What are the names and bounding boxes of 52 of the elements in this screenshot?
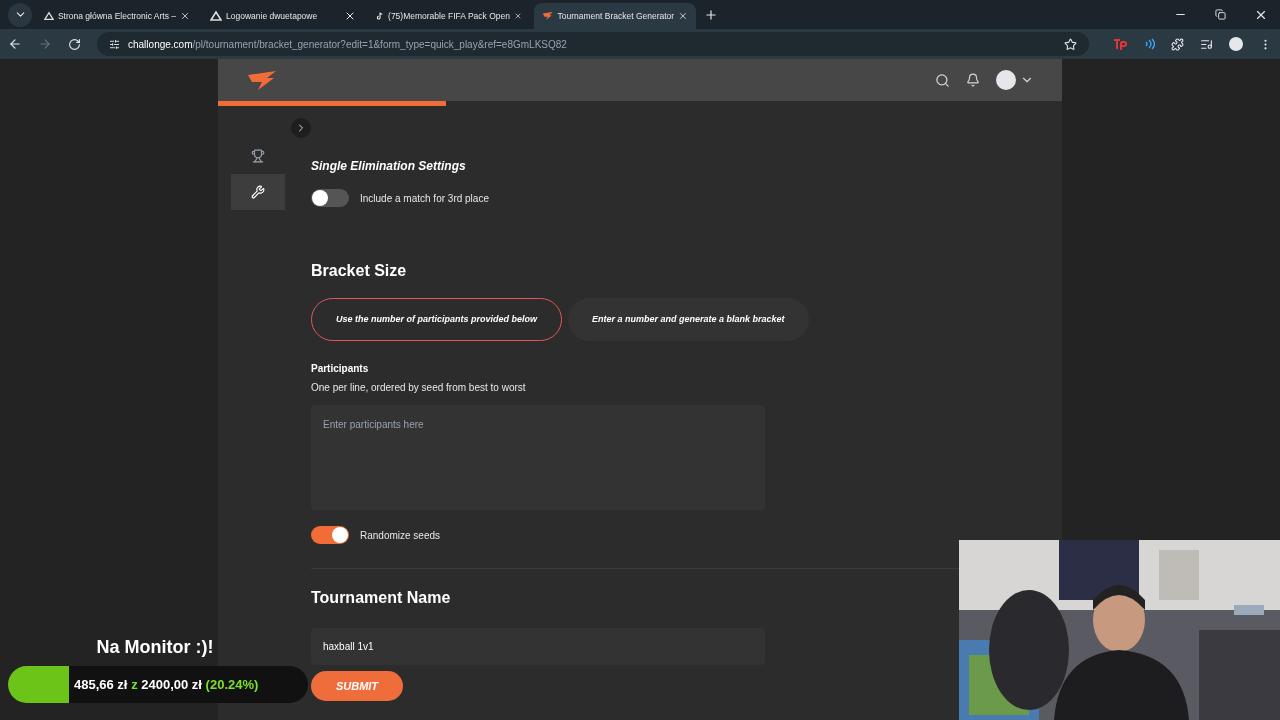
music-note-icon xyxy=(376,10,385,22)
bracket-option[interactable]: Enter a number and generate a blank bracket xyxy=(568,298,809,341)
signal-waves-icon[interactable] xyxy=(1143,38,1155,50)
flame-logo-icon xyxy=(542,10,554,22)
tab-title: (75)Memorable FIFA Pack Open xyxy=(388,9,510,23)
extension-icon[interactable] xyxy=(1113,38,1127,50)
bookmark-star-icon[interactable] xyxy=(1064,37,1077,51)
wrench-icon xyxy=(251,185,265,199)
section-heading: Bracket Size xyxy=(311,261,408,281)
triangle-logo-icon xyxy=(210,10,222,22)
participants-field[interactable]: Enter participants here xyxy=(311,405,765,510)
expand-sidebar-button[interactable] xyxy=(291,118,311,138)
media-icon[interactable] xyxy=(1200,37,1213,51)
site-settings-icon xyxy=(109,38,120,50)
browser-tab[interactable]: Tournament Bracket Generator xyxy=(534,3,696,29)
tab-title: Logowanie dwuetapowe xyxy=(226,9,319,23)
section-heading: Tournament Name xyxy=(311,588,452,608)
browser-tab[interactable]: Logowanie dwuetapowe xyxy=(202,3,364,29)
browser-tab[interactable]: Strona główna Electronic Arts – xyxy=(36,3,198,29)
tournament-name-field[interactable]: haxball 1v1 xyxy=(311,628,765,665)
goal-amount: 485,66 zł z 2400,00 zł (20.24%) xyxy=(74,675,259,694)
reload-icon[interactable] xyxy=(68,37,81,51)
trophy-icon xyxy=(251,149,265,163)
search-icon[interactable] xyxy=(935,72,950,88)
field-hint: One per line, ordered by seed from best to worst xyxy=(311,381,527,395)
address-bar[interactable]: challonge.com/pl/tournament/bracket_generator?edit=1&form_type=quick_play&ref=e8GmLKSQ82 xyxy=(97,32,1089,56)
triangle-logo-icon xyxy=(44,10,54,22)
browser-tab[interactable]: (75)Memorable FIFA Pack Open xyxy=(368,3,530,29)
toggle-label: Include a match for 3rd place xyxy=(360,191,489,206)
goal-title: Na Monitor :)! xyxy=(96,636,214,659)
url-text: challonge.com/pl/tournament/bracket_generator?edit=1&form_type=quick_play&ref=e8GmLKSQ82 xyxy=(128,37,568,52)
third-place-toggle[interactable] xyxy=(311,189,349,207)
back-icon[interactable] xyxy=(8,37,22,51)
randomize-toggle[interactable] xyxy=(311,526,349,544)
tab-title: Tournament Bracket Generator xyxy=(557,9,675,23)
field-label: Participants xyxy=(311,362,370,376)
user-avatar[interactable] xyxy=(996,70,1016,90)
flame-logo-icon[interactable] xyxy=(246,69,278,91)
bell-icon[interactable] xyxy=(966,73,980,87)
close-icon[interactable] xyxy=(180,10,190,22)
tab-title: Strona główna Electronic Arts – xyxy=(57,9,177,23)
bracket-option[interactable]: Use the number of participants provided below xyxy=(311,298,563,341)
tab-search-button[interactable] xyxy=(8,2,32,27)
sidebar-item[interactable] xyxy=(231,174,285,210)
toggle-label: Randomize seeds xyxy=(360,528,441,543)
puzzle-icon[interactable] xyxy=(1171,37,1184,51)
close-icon[interactable] xyxy=(344,10,356,22)
new-tab-icon[interactable] xyxy=(704,7,718,22)
section-title: Single Elimination Settings xyxy=(311,158,467,175)
restore-icon[interactable] xyxy=(1215,9,1226,20)
profile-avatar[interactable] xyxy=(1229,37,1243,51)
close-icon[interactable] xyxy=(678,10,688,22)
